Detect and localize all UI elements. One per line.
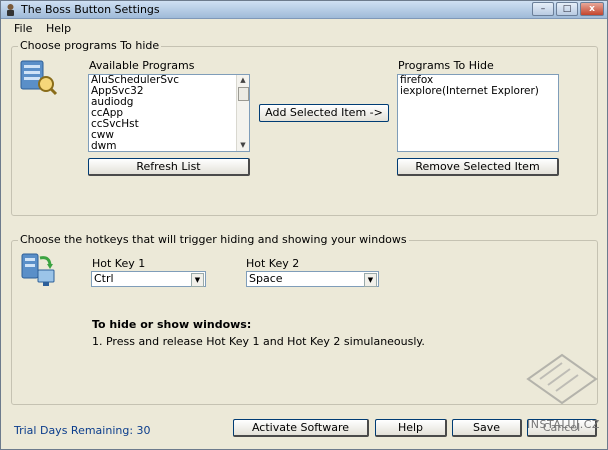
instructions-step: 1. Press and release Hot Key 1 and Hot K… bbox=[92, 335, 425, 348]
trial-days-remaining: Trial Days Remaining: 30 bbox=[14, 424, 151, 437]
maximize-button[interactable]: □ bbox=[556, 2, 578, 16]
hotkey2-value: Space bbox=[249, 272, 283, 285]
hotkeys-group-legend: Choose the hotkeys that will trigger hid… bbox=[18, 233, 409, 246]
programs-to-hide-list[interactable]: firefox iexplore(Internet Explorer) bbox=[397, 74, 559, 152]
scroll-up-icon[interactable]: ▲ bbox=[237, 75, 249, 86]
hotkey2-label: Hot Key 2 bbox=[246, 257, 300, 270]
scroll-thumb[interactable] bbox=[238, 87, 249, 101]
programs-database-icon bbox=[20, 60, 58, 96]
help-button[interactable]: Help bbox=[375, 419, 447, 437]
title-bar[interactable]: The Boss Button Settings – □ x bbox=[1, 1, 607, 19]
chevron-down-icon[interactable]: ▼ bbox=[364, 273, 377, 287]
watermark-logo bbox=[526, 353, 598, 405]
hotkey2-dropdown[interactable]: Space ▼ bbox=[246, 271, 379, 287]
chevron-down-icon[interactable]: ▼ bbox=[191, 273, 204, 287]
instructions-title: To hide or show windows: bbox=[92, 318, 252, 331]
activate-software-button[interactable]: Activate Software bbox=[233, 419, 369, 437]
app-icon bbox=[7, 4, 14, 16]
hotkey1-value: Ctrl bbox=[94, 272, 114, 285]
list-item[interactable]: iexplore(Internet Explorer) bbox=[398, 86, 558, 97]
refresh-list-button[interactable]: Refresh List bbox=[88, 158, 250, 176]
available-programs-label: Available Programs bbox=[89, 59, 195, 72]
menu-bar: File Help bbox=[1, 19, 607, 37]
available-list-scrollbar[interactable]: ▲ ▼ bbox=[236, 75, 249, 151]
available-programs-list[interactable]: AluSchedulerSvc AppSvc32 audiodg ccApp c… bbox=[88, 74, 250, 152]
menu-help[interactable]: Help bbox=[46, 22, 71, 35]
add-selected-item-button[interactable]: Add Selected Item -> bbox=[259, 104, 389, 122]
settings-window: The Boss Button Settings – □ x File Help… bbox=[0, 0, 608, 450]
programs-to-hide-label: Programs To Hide bbox=[398, 59, 494, 72]
network-sync-icon bbox=[21, 253, 55, 286]
programs-group-legend: Choose programs To hide bbox=[18, 39, 162, 52]
close-button[interactable]: x bbox=[580, 2, 604, 16]
menu-file[interactable]: File bbox=[14, 22, 32, 35]
hotkey1-dropdown[interactable]: Ctrl ▼ bbox=[91, 271, 206, 287]
window-title: The Boss Button Settings bbox=[21, 3, 160, 16]
hotkey1-label: Hot Key 1 bbox=[92, 257, 146, 270]
save-button[interactable]: Save bbox=[452, 419, 522, 437]
remove-selected-item-button[interactable]: Remove Selected Item bbox=[397, 158, 559, 176]
scroll-down-icon[interactable]: ▼ bbox=[237, 140, 249, 151]
watermark-text: INSTALUJ.CZ bbox=[527, 418, 600, 431]
list-item[interactable]: dwm bbox=[89, 141, 249, 152]
minimize-button[interactable]: – bbox=[532, 2, 554, 16]
